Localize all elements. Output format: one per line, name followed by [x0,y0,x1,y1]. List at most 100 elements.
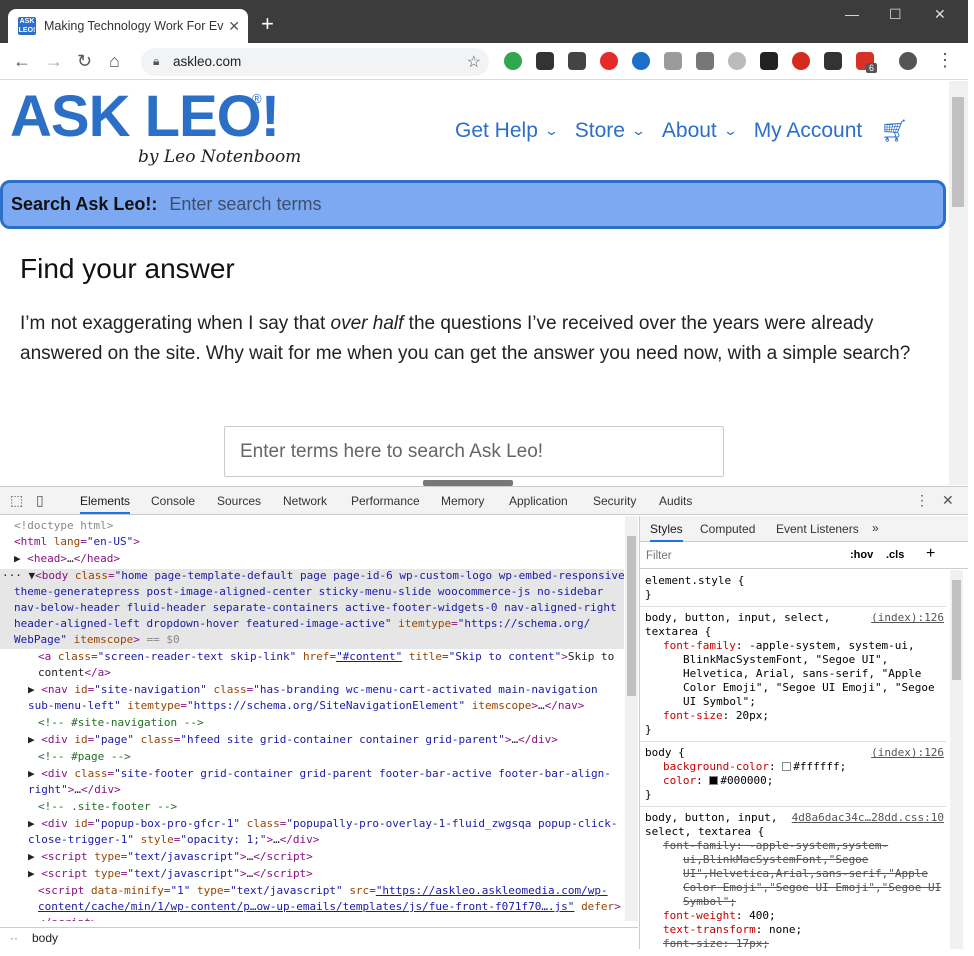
tree-line[interactable]: header-aligned-left dropdown-hover featu… [14,616,590,633]
tab-event-listeners[interactable]: Event Listeners [776,522,859,536]
tree-line[interactable]: ▶ <div id="popup-box-pro-gfcr-1" class="… [28,816,617,833]
tab-security[interactable]: Security [593,494,636,508]
nav-get-help[interactable]: Get Help ⌄ [455,119,559,143]
css-declaration[interactable]: font-size: 20px; [645,709,946,723]
tab-audits[interactable]: Audits [659,494,692,508]
elements-scrollbar-thumb[interactable] [627,536,636,696]
tree-line-body[interactable]: ··· ▼<body class="home page-template-def… [2,568,625,585]
tree-line[interactable]: ▶ <head>…</head> [14,551,120,568]
nav-about[interactable]: About ⌄ [662,119,738,143]
minimize-icon[interactable]: — [845,6,859,22]
new-rule-icon[interactable]: + [926,545,935,563]
device-toolbar-icon[interactable]: ▯ [36,492,44,509]
tab-console[interactable]: Console [151,494,195,508]
tab-performance[interactable]: Performance [351,494,420,508]
profile-avatar-icon[interactable] [899,52,917,70]
tab-memory[interactable]: Memory [441,494,484,508]
answer-search-input[interactable] [225,427,723,476]
layers-extension-icon[interactable] [536,52,554,70]
tab-elements[interactable]: Elements [80,494,131,514]
lastpass-extension-icon[interactable] [600,52,618,70]
tree-line[interactable]: <!-- .site-footer --> [38,799,177,816]
tree-line[interactable]: sub-menu-left" itemtype="https://schema.… [28,698,584,715]
tree-line[interactable]: WebPage" itemscope> == $0 [14,632,180,649]
site-logo[interactable]: ASK LEO! ® by Leo Notenboom [10,87,301,168]
rule-minified-css[interactable]: 4d8a6dac34c…28dd.css:10 body, button, in… [640,807,946,949]
color-swatch[interactable] [709,776,719,785]
adblock-extension-icon[interactable] [792,52,810,70]
css-declaration[interactable]: background-color: #ffffff; [645,760,946,774]
bookmark-star-icon[interactable]: ☆ [467,52,481,72]
tab-computed[interactable]: Computed [700,522,755,536]
tree-line[interactable]: content/cache/min/1/wp-content/p…ow-up-e… [38,899,621,916]
forward-icon[interactable]: → [45,52,63,70]
site-search-input[interactable] [167,193,768,216]
tree-line[interactable]: content</a> [38,665,111,682]
tab-application[interactable]: Application [509,494,568,508]
cart-icon[interactable]: 🛒︎ [880,118,908,144]
tree-line[interactable]: close-trigger-1" style="opacity: 1;">…</… [28,832,319,849]
address-bar[interactable]: 🔒︎ askleo.com ☆ [141,48,489,76]
tree-line[interactable]: <html lang="en-US"> [14,534,140,551]
breadcrumb-body[interactable]: body [32,931,58,945]
screenshot-extension-icon[interactable] [664,52,682,70]
devtools-menu-icon[interactable]: ⋮ [915,492,929,509]
tree-line[interactable]: <!-- #site-navigation --> [38,715,204,732]
browser-menu-icon[interactable]: ⋮ [936,51,954,69]
tab-close-icon[interactable]: ✕ [228,18,240,35]
styles-filter-input[interactable] [644,547,834,565]
tree-line[interactable]: theme-generatepress post-image-aligned-c… [14,584,603,601]
rule-body-button-input[interactable]: (index):126 body, button, input, select,… [640,607,946,742]
css-declaration[interactable]: color: #000000; [645,774,946,788]
nav-store[interactable]: Store ⌄ [575,119,646,143]
color-swatch[interactable] [782,762,792,771]
nav-my-account[interactable]: My Account [754,119,863,143]
rule-body[interactable]: (index):126 body { background-color: #ff… [640,742,946,807]
tree-line[interactable]: <!-- #page --> [38,749,131,766]
rule-source-link[interactable]: (index):126 [871,611,944,625]
styles-scrollbar[interactable] [950,570,963,949]
styles-scrollbar-thumb[interactable] [952,580,961,680]
css-declaration[interactable]: text-transform: none; [645,923,946,937]
tree-line[interactable]: <script data-minify="1" type="text/javas… [38,883,608,900]
m-extension-icon[interactable] [632,52,650,70]
css-overridden[interactable]: font-family: -apple-system,system- [645,839,946,853]
tree-line[interactable]: ▶ <script type="text/javascript">…</scri… [28,866,313,883]
window-close-icon[interactable]: ✕ [934,6,946,23]
rule-element-style[interactable]: element.style { } [640,570,946,607]
tree-line[interactable]: ▶ <script type="text/javascript">…</scri… [28,849,313,866]
page-scrollbar-thumb[interactable] [952,97,964,207]
tools-extension-icon[interactable] [568,52,586,70]
tree-line[interactable]: nav-below-header fluid-header separate-c… [14,600,617,617]
tb-extension-icon[interactable] [824,52,842,70]
elements-scrollbar[interactable] [625,516,638,921]
cloud-extension-icon[interactable] [696,52,714,70]
browser-tab[interactable]: ASK LEO! Making Technology Work For Eve … [8,9,248,43]
devtools-close-icon[interactable]: ✕ [942,492,954,509]
r-extension-icon[interactable] [760,52,778,70]
more-tabs-icon[interactable]: » [872,521,879,535]
cls-toggle[interactable]: .cls [886,549,904,561]
tab-sources[interactable]: Sources [217,494,261,508]
tree-line[interactable]: ▶ <div class="site-footer grid-container… [28,766,611,783]
tree-line[interactable]: <!doctype html> [14,518,113,535]
css-declaration[interactable]: font-family: -apple-system, system-ui, [645,639,946,653]
hov-toggle[interactable]: :hov [850,549,873,561]
tree-line[interactable]: right">…</div> [28,782,121,799]
maximize-icon[interactable]: ☐ [889,6,902,23]
tree-line[interactable]: </script> [38,915,98,921]
reload-icon[interactable]: ↻ [77,52,92,70]
back-icon[interactable]: ← [13,52,31,70]
tree-line[interactable]: <a class="screen-reader-text skip-link" … [38,649,614,666]
rule-source-link[interactable]: 4d8a6dac34c…28dd.css:10 [792,811,944,825]
k-extension-icon[interactable] [728,52,746,70]
rule-source-link[interactable]: (index):126 [871,746,944,760]
inspect-element-icon[interactable]: ⬚ [10,492,23,509]
new-tab-button[interactable]: + [261,13,274,35]
home-icon[interactable]: ⌂ [109,52,120,70]
page-scrollbar[interactable] [949,81,968,485]
evernote-extension-icon[interactable] [504,52,522,70]
tree-line[interactable]: ▶ <nav id="site-navigation" class="has-b… [28,682,598,699]
tab-styles[interactable]: Styles [650,522,683,542]
css-declaration[interactable]: font-weight: 400; [645,909,946,923]
